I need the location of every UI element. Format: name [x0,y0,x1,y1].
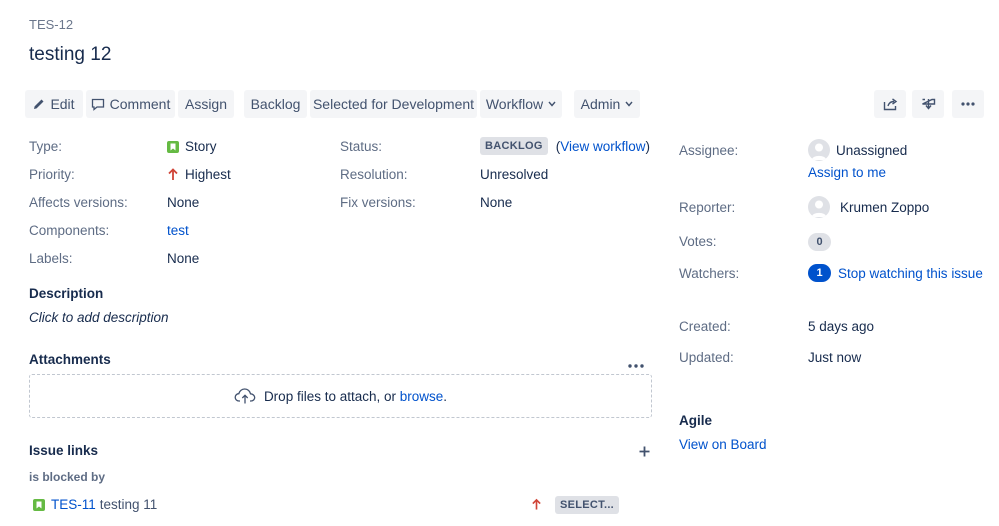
selected-for-development-label: Selected for Development [312,96,475,112]
assign-label: Assign [184,96,228,112]
comment-label: Comment [109,96,171,112]
labels-label: Labels: [29,251,73,266]
more-actions-button[interactable] [952,90,984,118]
attachments-more-button[interactable] [628,355,644,371]
assignee-label: Assignee: [679,143,739,158]
linked-issue-summary[interactable]: testing 11 [100,497,158,512]
dropzone-instructions: Drop files to attach, or [263,388,400,404]
assignee-value[interactable]: Unassigned [808,139,907,161]
selected-for-development-button[interactable]: Selected for Development [310,90,477,118]
issue-links-heading: Issue links [29,443,99,458]
status-value: BACKLOG ( View workflow ) [480,137,650,155]
more-icon [628,364,644,368]
type-label: Type: [29,139,63,154]
linked-issue-status: SELECT... [555,496,620,514]
components-value[interactable]: test [167,223,189,238]
backlog-label: Backlog [250,96,301,112]
cloud-upload-icon [234,388,256,404]
components-label: Components: [29,223,110,238]
type-text: Story [185,139,217,154]
resolution-value: Unresolved [480,167,549,182]
view-workflow-link[interactable]: View workflow [560,139,645,154]
created-value: 5 days ago [808,319,875,334]
updated-label: Updated: [679,350,734,365]
avatar-icon [808,139,830,161]
votes-label: Votes: [679,234,717,249]
updated-value: Just now [808,350,862,365]
labels-value[interactable]: None [167,251,199,266]
plus-icon [639,446,650,457]
attachment-dropzone[interactable]: Drop files to attach, or browse. [29,374,652,418]
assignee-name: Unassigned [836,142,908,158]
dropzone-period: . [443,388,448,404]
type-value[interactable]: Story [167,139,217,154]
story-icon [33,498,45,511]
share-button[interactable] [874,90,906,118]
watchers-badge[interactable]: 1 [808,264,831,282]
share-icon [883,97,897,110]
created-label: Created: [679,319,731,334]
more-icon [961,102,975,106]
issue-key[interactable]: TES-12 [29,17,73,32]
priority-text: Highest [185,167,231,182]
chevron-down-icon [548,101,556,107]
linked-issue-priority [531,498,542,514]
comment-button[interactable]: Comment [86,90,175,118]
pencil-icon [34,99,44,109]
watchers-label: Watchers: [679,266,740,281]
watchers-value[interactable]: 1 Stop watching this issue [808,264,983,282]
fix-versions-label: Fix versions: [340,195,416,210]
description-placeholder[interactable]: Click to add description [29,310,169,325]
votes-badge-wrap[interactable]: 0 [808,232,831,251]
admin-label: Admin [580,96,621,112]
stop-watching-link[interactable]: Stop watching this issue [838,266,983,281]
view-on-board-link[interactable]: View on Board [679,437,767,452]
votes-badge: 0 [808,233,831,251]
status-label: Status: [340,139,383,154]
add-issue-link-button[interactable] [639,444,650,460]
arrow-up-icon [532,498,541,510]
attachments-heading: Attachments [29,352,111,367]
admin-dropdown[interactable]: Admin [574,90,640,118]
description-heading: Description [29,286,104,301]
issue-title[interactable]: testing 12 [29,44,111,66]
affects-versions-label: Affects versions: [29,195,128,210]
chevron-down-icon [625,101,633,107]
resolution-label: Resolution: [340,167,408,182]
reporter-name: Krumen Zoppo [840,199,930,215]
issue-link-row[interactable]: TES-11 testing 11 [33,497,157,512]
linked-issue-key[interactable]: TES-11 [51,497,96,512]
priority-label: Priority: [29,167,75,182]
comment-icon [91,98,104,111]
priority-value[interactable]: Highest [167,167,231,182]
browse-link[interactable]: browse [400,389,444,404]
backlog-button[interactable]: Backlog [244,90,307,118]
status-lozenge: BACKLOG [480,137,548,155]
reporter-value[interactable]: Krumen Zoppo [808,196,929,218]
dropzone-text: Drop files to attach, or browse. [264,389,447,404]
story-icon [167,140,179,153]
link-relation-label: is blocked by [29,470,106,484]
fix-versions-value[interactable]: None [480,195,512,210]
affects-versions-value[interactable]: None [167,195,199,210]
view-workflow-close-paren: ) [645,138,651,154]
workflow-dropdown[interactable]: Workflow [480,90,562,118]
avatar-icon [808,196,830,218]
export-icon [921,98,935,110]
edit-label: Edit [50,96,75,112]
agile-heading: Agile [679,413,713,428]
edit-button[interactable]: Edit [25,90,83,118]
workflow-label: Workflow [485,96,544,112]
assign-to-me-link[interactable]: Assign to me [808,165,886,180]
export-button[interactable] [912,90,944,118]
reporter-label: Reporter: [679,200,736,215]
arrow-up-icon [168,168,178,180]
assign-button[interactable]: Assign [178,90,234,118]
